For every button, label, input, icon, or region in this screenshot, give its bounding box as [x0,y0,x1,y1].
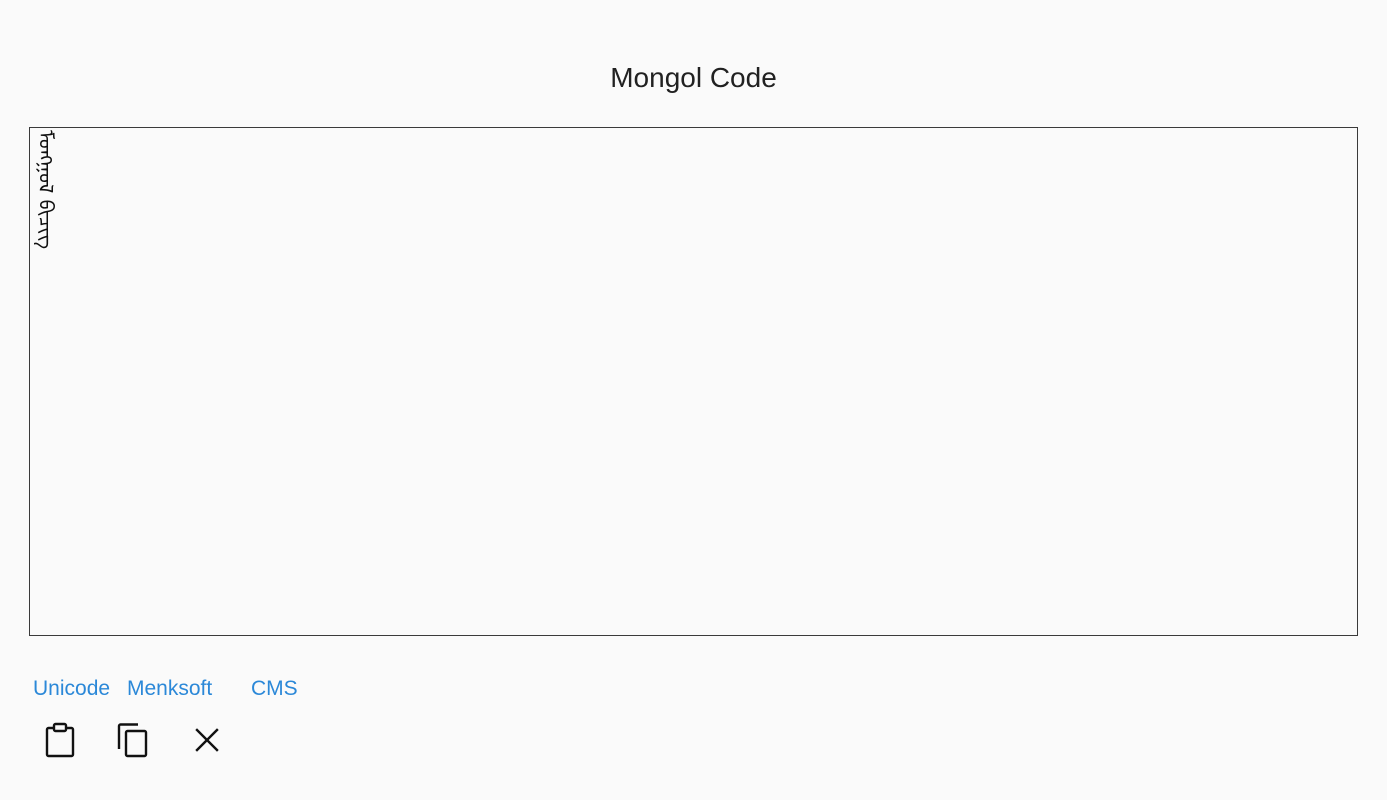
editor-text: ᠮᠣᠩᠭᠣᠯ ᠪᠢᠴᠢᠭ [34,130,58,250]
copy-button[interactable] [111,718,155,762]
unicode-button[interactable]: Unicode [33,676,110,702]
clear-button[interactable] [185,718,229,762]
paste-button[interactable] [38,718,82,762]
cms-button[interactable]: CMS [251,676,298,702]
copy-icon [116,722,150,758]
mongolian-text-editor[interactable]: ᠮᠣᠩᠭᠣᠯ ᠪᠢᠴᠢᠭ [29,127,1358,636]
page-title: Mongol Code [610,62,777,93]
clipboard-icon [44,722,76,758]
close-icon [194,727,220,753]
menksoft-button[interactable]: Menksoft [127,676,212,702]
